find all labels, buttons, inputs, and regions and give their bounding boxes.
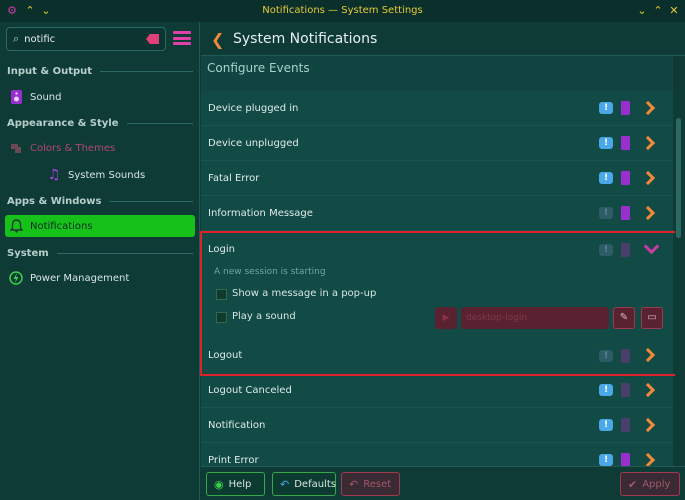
chevron-right-icon[interactable] (643, 172, 653, 186)
chevron-right-icon[interactable] (643, 384, 653, 398)
sound-file-field[interactable]: desktop-login (461, 307, 609, 329)
sidebar-item-power-management[interactable]: Power Management (5, 267, 195, 289)
help-icon: ◉ (214, 477, 224, 491)
search-icon: ⌕ (13, 32, 20, 45)
event-name: Logout Canceled (208, 384, 292, 396)
event-name: Information Message (208, 207, 313, 219)
keep-below-icon[interactable]: ⌄ (38, 3, 54, 19)
category-system: System (7, 248, 193, 259)
popup-message-icon: ! (599, 419, 613, 431)
event-name: Logout (208, 350, 243, 361)
chevron-right-icon[interactable] (643, 137, 653, 151)
sound-file-icon (621, 243, 630, 257)
event-row-fatal-error[interactable]: Fatal Error ! (201, 161, 673, 196)
chevron-right-icon[interactable] (643, 102, 653, 116)
clear-sound-button[interactable]: ✎ (613, 307, 635, 329)
popup-message-icon: ! (599, 350, 613, 362)
close-icon[interactable]: ✕ (666, 3, 682, 19)
clear-search-icon[interactable] (146, 34, 159, 44)
event-row-logout[interactable]: Logout ! (201, 338, 673, 373)
reset-button[interactable]: ↶ Reset (341, 472, 400, 496)
popup-message-icon: ! (599, 207, 613, 219)
sidebar-item-system-sounds[interactable]: ♫ System Sounds (43, 164, 195, 186)
play-sound-button[interactable]: ▶ (435, 307, 457, 329)
keep-above-icon[interactable]: ⌃ (22, 3, 38, 19)
checkmark-icon: ✔ (628, 477, 638, 491)
hamburger-menu-icon[interactable] (173, 31, 191, 45)
sidebar-item-sound[interactable]: Sound (5, 86, 195, 108)
window-title: Notifications — System Settings (262, 5, 423, 16)
popup-message-icon: ! (599, 172, 613, 184)
footer: ◉ Help ↶ Defaults ↶ Reset ✔ Apply (201, 466, 685, 500)
events-heading: Configure Events (207, 61, 310, 75)
apply-button[interactable]: ✔ Apply (620, 472, 680, 496)
sound-file-icon (621, 136, 630, 150)
popup-message-icon: ! (599, 244, 613, 256)
scrollbar-thumb[interactable] (676, 118, 681, 238)
help-button[interactable]: ◉ Help (206, 472, 265, 496)
sound-file-icon (621, 171, 630, 185)
sidebar: ⌕ notific Input & Output Sound Appearanc… (0, 22, 200, 500)
chevron-down-icon[interactable] (644, 244, 658, 254)
sidebar-item-notifications[interactable]: Notifications (5, 215, 195, 237)
maximize-icon[interactable]: ⌃ (650, 3, 666, 19)
event-description: A new session is starting (214, 267, 326, 277)
chevron-right-icon[interactable] (643, 454, 653, 466)
event-row-device-plugged-in[interactable]: Device plugged in ! (201, 91, 673, 126)
popup-message-icon: ! (599, 137, 613, 149)
event-row-print-error[interactable]: Print Error ! (201, 443, 673, 466)
sound-file-icon (621, 418, 630, 432)
category-input-output: Input & Output (7, 66, 193, 77)
sound-file-icon (621, 453, 630, 466)
music-note-icon: ♫ (47, 167, 61, 183)
page-title: System Notifications (233, 31, 378, 47)
sound-file-icon (621, 206, 630, 220)
search-input[interactable]: notific (24, 34, 146, 45)
speaker-icon (9, 90, 23, 104)
event-row-login-expanded[interactable]: Login ! A new session is starting Show a… (201, 232, 673, 373)
defaults-button[interactable]: ↶ Defaults (272, 472, 336, 496)
events-scrollbar[interactable] (675, 58, 683, 466)
back-chevron-icon[interactable]: ❮ (211, 30, 224, 49)
search-field[interactable]: ⌕ notific (6, 27, 166, 51)
chevron-right-icon[interactable] (643, 207, 653, 221)
event-row-device-unplugged[interactable]: Device unplugged ! (201, 126, 673, 161)
sound-file-icon (621, 383, 630, 397)
popup-message-icon: ! (599, 384, 613, 396)
event-name: Fatal Error (208, 172, 260, 184)
event-name: Login (208, 244, 235, 255)
event-name: Device unplugged (208, 137, 299, 149)
event-name: Notification (208, 419, 266, 431)
event-name: Device plugged in (208, 102, 299, 114)
sound-file-icon (621, 101, 630, 115)
category-apps-windows: Apps & Windows (7, 196, 193, 207)
popup-message-icon: ! (599, 102, 613, 114)
event-row-logout-canceled[interactable]: Logout Canceled ! (201, 373, 673, 408)
bell-icon (9, 219, 23, 233)
title-bar: ⚙ ⌃ ⌄ Notifications — System Settings ⌄ … (0, 0, 685, 22)
event-name: Print Error (208, 454, 259, 466)
undo-icon: ↶ (280, 477, 290, 491)
reset-icon: ↶ (349, 477, 359, 491)
sound-file-icon (621, 349, 630, 363)
chevron-right-icon[interactable] (643, 349, 653, 363)
event-row-information-message[interactable]: Information Message ! (201, 196, 673, 231)
app-gear-icon[interactable]: ⚙ (4, 3, 20, 19)
event-row-notification[interactable]: Notification ! (201, 408, 673, 443)
events-list: Configure Events Device plugged in ! Dev… (201, 56, 673, 466)
page-header: ❮ System Notifications (201, 22, 685, 56)
popup-checkbox[interactable] (216, 289, 227, 300)
sound-checkbox-label: Play a sound (232, 311, 296, 322)
browse-sound-button[interactable]: ▭ (641, 307, 663, 329)
popup-checkbox-label: Show a message in a pop-up (232, 288, 377, 299)
sound-checkbox[interactable] (216, 312, 227, 323)
power-icon (9, 271, 23, 285)
category-appearance-style: Appearance & Style (7, 118, 193, 129)
minimize-icon[interactable]: ⌄ (634, 3, 650, 19)
sidebar-item-colors-themes[interactable]: Colors & Themes (5, 137, 195, 159)
chevron-right-icon[interactable] (643, 419, 653, 433)
palette-icon (9, 141, 23, 155)
popup-message-icon: ! (599, 454, 613, 466)
